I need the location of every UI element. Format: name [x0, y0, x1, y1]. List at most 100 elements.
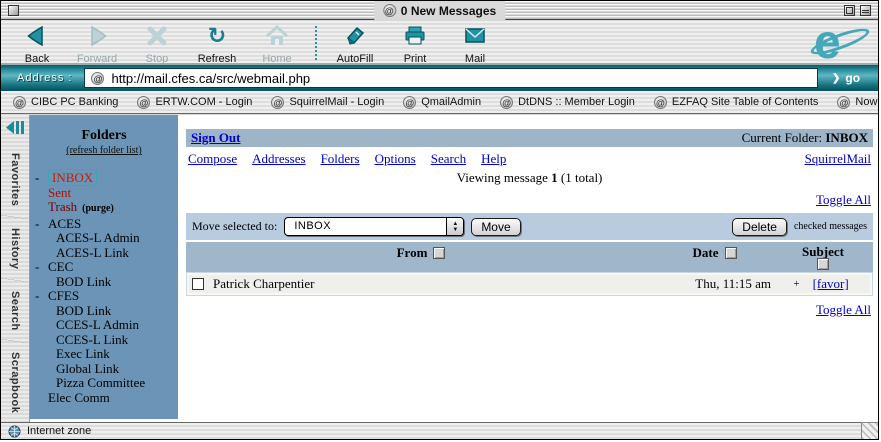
from-header: From [397, 245, 428, 261]
folder-exec-link[interactable]: Exec Link [30, 347, 178, 362]
folder-sent[interactable]: Sent [30, 186, 178, 201]
folder-trash[interactable]: Trash(purge) [30, 200, 178, 217]
toolbar-separator [315, 26, 317, 60]
favorite-item-squirrelmail[interactable]: @SquirrelMail - Login [271, 96, 384, 109]
folder-global-link[interactable]: Global Link [30, 362, 178, 377]
address-input[interactable]: @ http://mail.cfes.ca/src/webmail.php [84, 68, 818, 88]
browser-window: @ 0 New Messages Back Forward Stop [0, 0, 879, 440]
folder-cec-bod-link[interactable]: BOD Link [30, 275, 178, 290]
message-table-header: From Date Subject [186, 242, 873, 272]
folders-title: Folders [30, 128, 178, 144]
folder-elec-comm[interactable]: Elec Comm [30, 391, 178, 406]
url-icon: @ [91, 72, 104, 85]
addresses-link[interactable]: Addresses [252, 151, 305, 167]
home-button[interactable]: Home [247, 24, 307, 67]
mail-label: Mail [465, 53, 485, 65]
folder-cfes-bod-link[interactable]: BOD Link [30, 304, 178, 319]
toggle-all-link[interactable]: Toggle All [816, 302, 871, 317]
select-arrows-icon: ▲▼ [446, 218, 463, 235]
toggle-all-bottom: Toggle All [186, 302, 873, 318]
address-url[interactable]: http://mail.cfes.ca/src/webmail.php [111, 71, 310, 86]
favorites-bar: @CIBC PC Banking @ERTW.COM - Login @Squi… [1, 91, 878, 114]
subject-sort-checkbox[interactable] [817, 258, 829, 270]
viewing-status: Viewing message 1 (1 total) [186, 170, 873, 186]
date-sort-checkbox[interactable] [725, 247, 737, 259]
forward-icon [67, 24, 127, 49]
close-button[interactable] [8, 5, 19, 16]
from-sort-checkbox[interactable] [433, 247, 445, 259]
collapse-sidebar-button[interactable] [5, 115, 25, 144]
message-row[interactable]: Patrick Charpentier Thu, 11:15 am + [fav… [186, 272, 873, 296]
internet-explorer-logo: e [814, 24, 868, 64]
go-label: go [845, 71, 860, 85]
collapse-button[interactable] [860, 5, 871, 16]
favorite-icon: @ [654, 96, 667, 109]
window-title-text: 0 New Messages [401, 4, 496, 18]
move-folder-select[interactable]: INBOX ▲▼ [284, 217, 464, 236]
forward-button[interactable]: Forward [67, 24, 127, 67]
purge-link[interactable]: (purge) [82, 203, 114, 214]
message-date: Thu, 11:15 am [650, 276, 775, 292]
favorite-icon: @ [137, 96, 150, 109]
stop-button[interactable]: Stop [127, 24, 187, 67]
folder-inbox[interactable]: -INBOX [30, 171, 178, 186]
compose-link[interactable]: Compose [188, 151, 237, 167]
tab-history[interactable]: History [9, 219, 21, 278]
print-button[interactable]: Print [385, 24, 445, 67]
folder-cces-l-admin[interactable]: CCES-L Admin [30, 318, 178, 333]
tab-search[interactable]: Search [9, 282, 21, 340]
title-bar[interactable]: @ 0 New Messages [1, 1, 878, 20]
favorite-icon: @ [271, 96, 284, 109]
back-button[interactable]: Back [7, 24, 67, 67]
message-checkbox[interactable] [192, 278, 204, 290]
delete-button[interactable]: Delete [732, 218, 787, 236]
toggle-all-link[interactable]: Toggle All [816, 192, 871, 207]
favorite-item-cibc[interactable]: @CIBC PC Banking [13, 96, 118, 109]
favorite-icon: @ [500, 96, 513, 109]
date-header: Date [693, 245, 719, 261]
go-button[interactable]: ❯ go [818, 71, 874, 85]
message-subject-link[interactable]: [favor] [813, 276, 849, 292]
favorite-item-now[interactable]: @Now [837, 96, 877, 109]
tab-scrapbook[interactable]: Scrapbook [9, 343, 21, 422]
squirrelmail-link[interactable]: SquirrelMail [805, 151, 871, 167]
folders-link[interactable]: Folders [321, 151, 360, 167]
favorite-item-ezfaq[interactable]: @EZFAQ Site Table of Contents [654, 96, 819, 109]
zoom-button[interactable] [844, 5, 855, 16]
checked-messages-label: checked messages [794, 221, 867, 232]
folder-pizza-committee[interactable]: Pizza Committee [30, 376, 178, 391]
globe-icon [8, 425, 21, 438]
folder-aces-l-link[interactable]: ACES-L Link [30, 246, 178, 261]
refresh-folder-list-link[interactable]: (refresh folder list) [30, 145, 178, 156]
folder-aces-l-admin[interactable]: ACES-L Admin [30, 231, 178, 246]
mail-pane: Sign Out Current Folder: INBOX Compose A… [178, 115, 878, 422]
address-label: Address : [17, 72, 72, 84]
folder-cces-l-link[interactable]: CCES-L Link [30, 333, 178, 348]
favorite-item-qmailadmin[interactable]: @QmailAdmin [403, 96, 481, 109]
content-area: Favorites History Search Scrapbook Folde… [1, 115, 878, 422]
print-icon [385, 24, 445, 49]
sign-out-link[interactable]: Sign Out [191, 130, 241, 146]
favorite-item-dtdns[interactable]: @DtDNS :: Member Login [500, 96, 635, 109]
autofill-button[interactable]: AutoFill [325, 24, 385, 67]
mail-icon [445, 24, 505, 49]
tab-favorites[interactable]: Favorites [9, 144, 21, 215]
move-button[interactable]: Move [471, 218, 520, 236]
favorite-item-ertw[interactable]: @ERTW.COM - Login [137, 96, 252, 109]
resize-grip[interactable] [861, 422, 878, 439]
mail-button[interactable]: Mail [445, 24, 505, 67]
folder-cfes[interactable]: -CFES [30, 289, 178, 304]
folder-aces[interactable]: -ACES [30, 217, 178, 232]
favorite-icon: @ [837, 96, 850, 109]
autofill-label: AutoFill [337, 53, 374, 65]
help-link[interactable]: Help [481, 151, 506, 167]
move-selected-label: Move selected to: [192, 219, 277, 234]
search-link[interactable]: Search [431, 151, 466, 167]
status-bar: Internet zone [1, 422, 878, 439]
options-link[interactable]: Options [375, 151, 416, 167]
folder-cec[interactable]: -CEC [30, 260, 178, 275]
refresh-icon: ↻ [187, 24, 247, 49]
print-label: Print [404, 53, 427, 65]
refresh-button[interactable]: ↻ Refresh [187, 24, 247, 67]
home-label: Home [262, 53, 291, 65]
